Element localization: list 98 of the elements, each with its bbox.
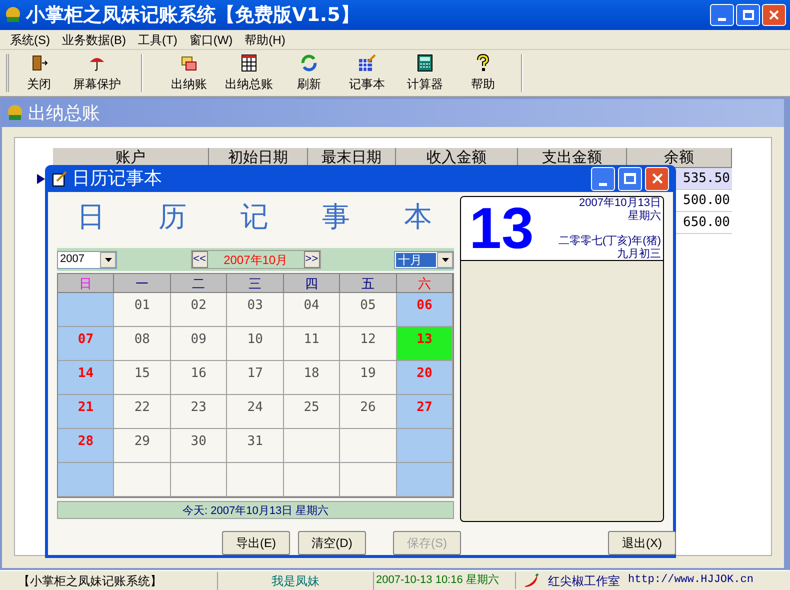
toolbar-button[interactable]: 刷新 bbox=[281, 54, 337, 92]
calendar-day[interactable] bbox=[58, 463, 114, 497]
month-label: 2007年10月 bbox=[222, 252, 289, 268]
calculator-icon bbox=[416, 54, 434, 72]
menu-item[interactable]: 业务数据(B) bbox=[56, 30, 132, 48]
today-bar: 今天: 2007年10月13日 星期六 bbox=[57, 501, 454, 519]
calendar-day[interactable]: 23 bbox=[170, 395, 228, 429]
dropdown-arrow-icon bbox=[442, 258, 449, 262]
calendar-day[interactable]: 30 bbox=[170, 429, 228, 463]
calendar-day[interactable] bbox=[340, 463, 397, 497]
window-title: 小掌柜之凤妹记账系统【免费版V1.5】 bbox=[26, 2, 360, 28]
app-icon bbox=[4, 6, 22, 24]
status-studio: 红尖椒工作室 bbox=[548, 572, 620, 590]
maximize-button[interactable] bbox=[736, 4, 760, 26]
toolbar-button[interactable]: 出纳总账 bbox=[217, 54, 281, 92]
calendar-day[interactable]: 15 bbox=[114, 361, 171, 395]
toolbar-button[interactable]: 记事本 bbox=[337, 54, 397, 92]
status-user: 我是凤妹 bbox=[218, 572, 374, 590]
calendar-day[interactable]: 22 bbox=[114, 395, 171, 429]
calendar-day[interactable]: 10 bbox=[227, 327, 284, 361]
status-url: http://www.HJJOK.cn bbox=[628, 573, 754, 588]
dialog-button[interactable]: 退出(X) bbox=[608, 531, 676, 555]
calendar-day[interactable] bbox=[170, 463, 228, 497]
year-dropdown[interactable]: 2007 bbox=[57, 250, 117, 268]
close-button[interactable] bbox=[762, 4, 786, 26]
previous-month-button[interactable]: << bbox=[192, 251, 208, 268]
weekday-header: 四 bbox=[284, 274, 340, 293]
chili-icon bbox=[522, 572, 540, 588]
weekday-header: 三 bbox=[227, 274, 284, 293]
minimize-button[interactable] bbox=[710, 4, 734, 26]
minimize-button[interactable] bbox=[591, 166, 615, 190]
toolbar-button[interactable]: 出纳账 bbox=[161, 54, 217, 92]
calendar-day[interactable]: 01 bbox=[114, 293, 171, 327]
menu-item[interactable]: 工具(T) bbox=[132, 30, 184, 48]
ledger-icon bbox=[180, 54, 198, 72]
maximize-button[interactable] bbox=[618, 166, 642, 190]
calendar-day[interactable]: 04 bbox=[284, 293, 340, 327]
menu-item[interactable]: 窗口(W) bbox=[183, 30, 239, 48]
calendar-day[interactable]: 24 bbox=[227, 395, 284, 429]
notepad-icon bbox=[358, 54, 376, 72]
calendar-day[interactable]: 29 bbox=[114, 429, 171, 463]
calendar-day[interactable]: 02 bbox=[170, 293, 228, 327]
calendar-day[interactable]: 16 bbox=[170, 361, 228, 395]
calendar-day[interactable] bbox=[284, 429, 340, 463]
dropdown-arrow-icon bbox=[104, 258, 112, 262]
app-icon bbox=[6, 104, 24, 122]
toolbar-button[interactable]: 屏幕保护 bbox=[61, 54, 133, 92]
calendar-day[interactable]: 18 bbox=[284, 361, 340, 395]
table-icon bbox=[240, 54, 258, 72]
calendar-day[interactable]: 11 bbox=[284, 327, 340, 361]
dialog-button[interactable]: 清空(D) bbox=[298, 531, 366, 555]
calendar-day[interactable] bbox=[396, 429, 454, 463]
question-icon bbox=[474, 54, 492, 72]
lunar-year-text: 二零零七(丁亥)年(猪) bbox=[558, 234, 661, 246]
status-datetime: 2007-10-13 10:16 星期六 bbox=[374, 572, 516, 589]
toolbar-button[interactable]: 帮助 bbox=[453, 54, 513, 92]
weekday-header: 五 bbox=[340, 274, 397, 293]
calendar-day[interactable]: 12 bbox=[340, 327, 397, 361]
next-month-button[interactable]: >> bbox=[304, 251, 320, 268]
door-icon bbox=[30, 54, 48, 72]
day-number: 13 bbox=[468, 200, 535, 258]
refresh-icon bbox=[300, 54, 318, 72]
weekday-header: 日 bbox=[58, 274, 114, 293]
toolbar-button[interactable]: 关闭 bbox=[17, 54, 61, 92]
menu-item[interactable]: 系统(S) bbox=[4, 30, 56, 48]
lunar-day-text: 九月初三 bbox=[617, 248, 661, 260]
month-dropdown[interactable]: 十月 bbox=[394, 250, 454, 268]
close-button[interactable] bbox=[645, 166, 669, 190]
menu-item[interactable]: 帮助(H) bbox=[238, 30, 292, 48]
calendar-day[interactable] bbox=[340, 429, 397, 463]
status-app-name: 【小掌柜之凤妹记账系统】 bbox=[0, 572, 218, 590]
weekday-text: 星期六 bbox=[628, 210, 661, 222]
calendar-day[interactable] bbox=[58, 293, 114, 327]
child-window-title: 出纳总账 bbox=[28, 102, 100, 126]
calendar-day[interactable] bbox=[114, 463, 171, 497]
calendar-day[interactable]: 25 bbox=[284, 395, 340, 429]
calendar-day[interactable]: 26 bbox=[340, 395, 397, 429]
notepad-icon bbox=[52, 170, 68, 186]
calendar-day[interactable]: 19 bbox=[340, 361, 397, 395]
dialog-button[interactable]: 导出(E) bbox=[222, 531, 290, 555]
close-icon bbox=[652, 173, 662, 184]
calendar-day[interactable]: 05 bbox=[340, 293, 397, 327]
calendar-heading: 日 历 记 事 本 bbox=[76, 199, 454, 235]
calendar-day[interactable] bbox=[227, 463, 284, 497]
calendar-day[interactable]: 09 bbox=[170, 327, 228, 361]
calendar-day[interactable]: 03 bbox=[227, 293, 284, 327]
toolbar-button[interactable]: 计算器 bbox=[397, 54, 453, 92]
calendar-day[interactable]: 31 bbox=[227, 429, 284, 463]
close-icon bbox=[769, 10, 779, 20]
weekday-header: 一 bbox=[114, 274, 171, 293]
calendar-day[interactable]: 17 bbox=[227, 361, 284, 395]
weekday-header: 二 bbox=[170, 274, 228, 293]
calendar-day[interactable] bbox=[284, 463, 340, 497]
weekday-header: 六 bbox=[396, 274, 454, 293]
calendar-day[interactable]: 08 bbox=[114, 327, 171, 361]
column-header[interactable]: 余额 bbox=[627, 148, 732, 168]
dialog-title: 日历记事本 bbox=[72, 167, 162, 191]
calendar-day[interactable] bbox=[396, 463, 454, 497]
